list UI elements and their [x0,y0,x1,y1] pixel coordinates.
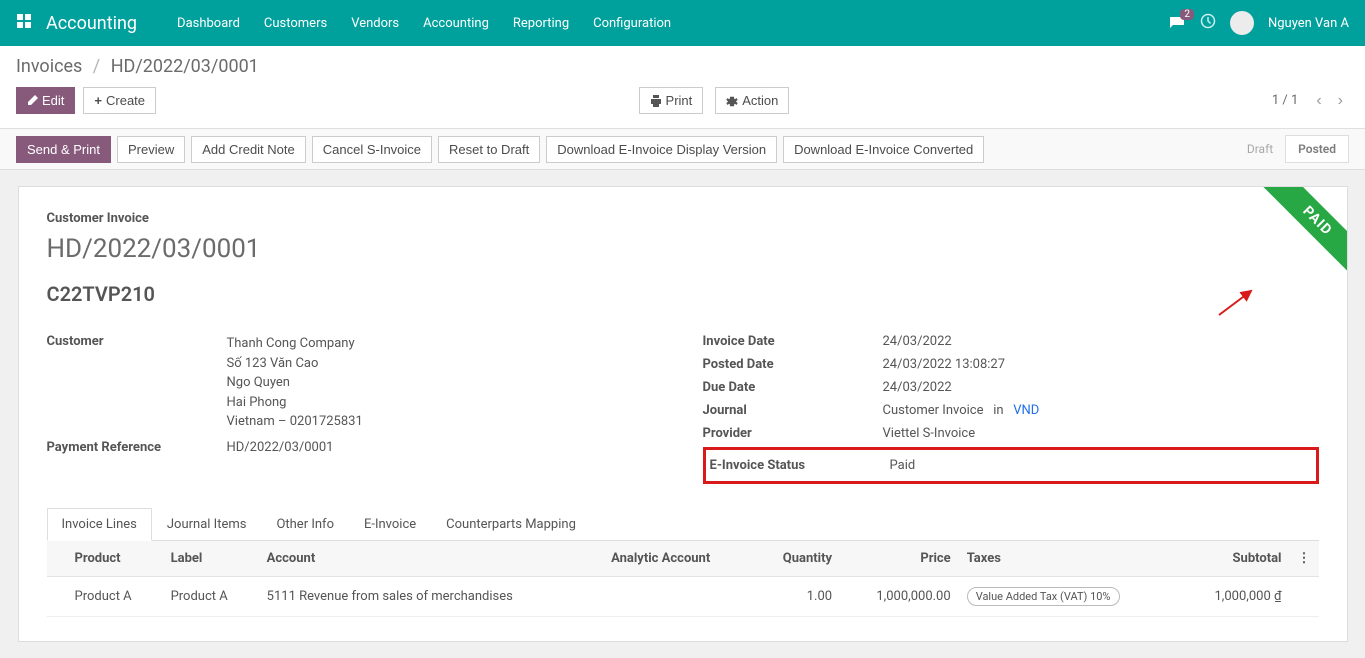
avatar[interactable] [1230,11,1254,35]
menu-customers[interactable]: Customers [264,16,327,31]
pager-next[interactable]: › [1332,88,1349,114]
form-sheet: PAID Customer Invoice HD/2022/03/0001 C2… [18,186,1348,642]
apps-launcher-icon[interactable] [16,13,46,33]
pager-count: 1 / 1 [1272,93,1298,108]
status-step-posted: Posted [1285,135,1349,163]
doc-type-label: Customer Invoice [47,211,1319,226]
einvoice-status-label: E-Invoice Status [710,458,890,473]
status-steps: Draft Posted [1235,135,1349,163]
cell-account: 5111 Revenue from sales of merchandises [259,577,603,617]
journal-value: Customer Invoice in VND [883,403,1319,418]
edit-button[interactable]: Edit [16,87,75,114]
payref-value: HD/2022/03/0001 [227,440,663,455]
breadcrumb-current: HD/2022/03/0001 [111,56,259,77]
activity-icon[interactable] [1200,13,1216,33]
download-display-button[interactable]: Download E-Invoice Display Version [546,136,777,163]
menu-vendors[interactable]: Vendors [351,16,399,31]
cell-taxes: Value Added Tax (VAT) 10% [959,577,1181,617]
notebook-tabs: Invoice Lines Journal Items Other Info E… [47,508,1319,541]
invoice-lines-table: Product Label Account Analytic Account Q… [47,541,1319,617]
cell-product: Product A [67,577,163,617]
posted-date-label: Posted Date [703,357,883,372]
provider-label: Provider [703,426,883,441]
th-subtotal[interactable]: Subtotal [1180,541,1289,577]
status-step-draft: Draft [1235,136,1285,162]
action-button[interactable]: Action [715,87,789,114]
th-analytic[interactable]: Analytic Account [603,541,754,577]
th-taxes[interactable]: Taxes [959,541,1181,577]
messages-icon[interactable]: 2 [1168,15,1186,31]
breadcrumb-root[interactable]: Invoices [16,56,82,77]
pager-prev[interactable]: ‹ [1310,88,1327,114]
posted-date-value: 24/03/2022 13:08:27 [883,357,1319,372]
journal-label: Journal [703,403,883,418]
menu-configuration[interactable]: Configuration [593,16,671,31]
preview-button[interactable]: Preview [117,136,185,163]
cell-analytic [603,577,754,617]
tab-other-info[interactable]: Other Info [261,508,349,541]
tab-counterparts[interactable]: Counterparts Mapping [431,508,591,541]
menu-reporting[interactable]: Reporting [513,16,569,31]
customer-value: Thanh Cong Company Số 123 Văn Cao Ngo Qu… [227,334,663,432]
breadcrumb: Invoices / HD/2022/03/0001 [16,56,1349,77]
th-quantity[interactable]: Quantity [754,541,840,577]
invoice-date-value: 24/03/2022 [883,334,1319,349]
tab-invoice-lines[interactable]: Invoice Lines [47,508,152,541]
create-button[interactable]: +Create [83,87,156,114]
einvoice-status-value: Paid [890,458,1312,473]
download-converted-button[interactable]: Download E-Invoice Converted [783,136,984,163]
th-options-icon[interactable]: ⋮ [1290,541,1319,577]
print-button[interactable]: Print [639,87,704,114]
table-row[interactable]: Product A Product A 5111 Revenue from sa… [47,577,1319,617]
einvoice-status-highlight: E-Invoice Status Paid [703,447,1319,484]
th-label[interactable]: Label [163,541,259,577]
due-date-value: 24/03/2022 [883,380,1319,395]
messages-badge: 2 [1180,9,1194,20]
user-name[interactable]: Nguyen Van A [1268,16,1349,31]
main-menu: Dashboard Customers Vendors Accounting R… [177,16,671,31]
doc-reference: C22TVP210 [47,282,1319,306]
add-credit-note-button[interactable]: Add Credit Note [191,136,306,163]
th-account[interactable]: Account [259,541,603,577]
customer-label: Customer [47,334,227,349]
provider-value: Viettel S-Invoice [883,426,1319,441]
doc-title: HD/2022/03/0001 [47,234,1319,264]
due-date-label: Due Date [703,380,883,395]
reset-draft-button[interactable]: Reset to Draft [438,136,540,163]
tab-einvoice[interactable]: E-Invoice [349,508,431,541]
cell-subtotal: 1,000,000 ₫ [1180,577,1289,617]
th-price[interactable]: Price [840,541,959,577]
menu-dashboard[interactable]: Dashboard [177,16,240,31]
invoice-date-label: Invoice Date [703,334,883,349]
tab-journal-items[interactable]: Journal Items [152,508,262,541]
th-product[interactable]: Product [67,541,163,577]
menu-accounting[interactable]: Accounting [423,16,489,31]
cell-label: Product A [163,577,259,617]
app-name[interactable]: Accounting [46,13,137,34]
send-print-button[interactable]: Send & Print [16,136,111,163]
cell-qty: 1.00 [754,577,840,617]
cancel-sinvoice-button[interactable]: Cancel S-Invoice [312,136,432,163]
payref-label: Payment Reference [47,440,227,455]
cell-price: 1,000,000.00 [840,577,959,617]
